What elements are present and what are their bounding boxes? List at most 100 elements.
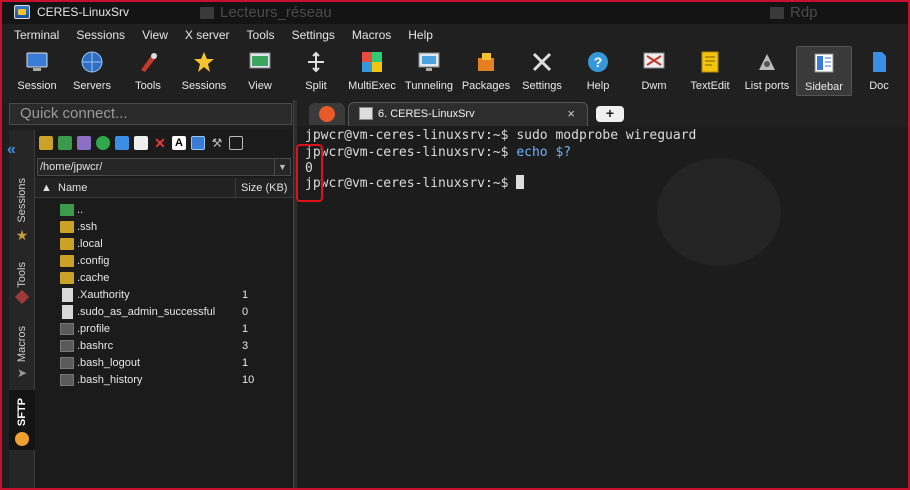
tunneling-icon	[417, 50, 441, 74]
list-item[interactable]: .profile 1	[35, 321, 293, 338]
list-item[interactable]: .bash_history 10	[35, 372, 293, 389]
tab-macros[interactable]: Macros ➤	[9, 322, 35, 390]
toolbar-view-button[interactable]: View	[232, 46, 288, 96]
view-mode-icon[interactable]	[191, 136, 205, 150]
sidebar-icon	[812, 51, 836, 75]
toolbar-tunneling-button[interactable]: Tunneling	[400, 46, 458, 96]
home-tab[interactable]	[309, 103, 345, 125]
settings-icon[interactable]: ⚒	[210, 136, 224, 150]
menu-x-server[interactable]: X server	[185, 28, 230, 42]
view-icon	[248, 50, 272, 74]
app-icon	[14, 5, 30, 19]
file-list-header: ▲ Name Size (KB)	[35, 178, 293, 198]
doc-icon	[867, 50, 891, 74]
toolbar-sessions-button[interactable]: Sessions	[176, 46, 232, 96]
highlight-annotation	[296, 144, 323, 202]
parent-folder-icon[interactable]	[39, 136, 53, 150]
terminal-icon[interactable]	[229, 136, 243, 150]
list-item[interactable]: .local	[35, 236, 293, 253]
list-item[interactable]: .bash_logout 1	[35, 355, 293, 372]
download-icon[interactable]	[58, 136, 72, 150]
terminal-line: jpwcr@vm-ceres-linuxsrv:~$ sudo modprobe…	[305, 128, 697, 143]
folder-icon	[60, 255, 74, 267]
toolbar-list-ports-button[interactable]: List ports	[738, 46, 796, 96]
help-icon: ?	[586, 50, 610, 74]
sftp-path-field[interactable]: /home/jpwcr/ ▼	[37, 158, 291, 176]
text-mode-icon[interactable]: A	[172, 136, 186, 150]
file-icon	[60, 340, 74, 352]
textedit-icon	[698, 50, 722, 74]
folder-icon	[60, 238, 74, 250]
tab-sftp[interactable]: SFTP	[9, 390, 35, 450]
toolbar-textedit-button[interactable]: TextEdit	[682, 46, 738, 96]
refresh-icon[interactable]	[96, 136, 110, 150]
list-item[interactable]: .config	[35, 253, 293, 270]
folder-icon	[60, 272, 74, 284]
sftp-icon	[15, 432, 29, 447]
packages-icon	[474, 50, 498, 74]
toolbar-help-button[interactable]: ? Help	[570, 46, 626, 96]
collapse-sidebar-icon[interactable]: «	[7, 141, 16, 159]
document-icon	[62, 305, 73, 319]
toolbar-tools-button[interactable]: Tools	[120, 46, 176, 96]
ghost-tab-lecteurs: Lecteurs_réseau	[200, 4, 332, 21]
column-name[interactable]: ▲ Name	[41, 182, 87, 194]
toolbar-dwm-button[interactable]: Dwm	[626, 46, 682, 96]
tools-icon	[14, 289, 30, 304]
menu-settings[interactable]: Settings	[292, 28, 335, 42]
menu-terminal[interactable]: Terminal	[14, 28, 59, 42]
toolbar-servers-button[interactable]: Servers	[64, 46, 120, 96]
toolbar-sidebar-button[interactable]: Sidebar	[796, 46, 852, 96]
list-item[interactable]: .bashrc 3	[35, 338, 293, 355]
new-tab-button[interactable]: +	[596, 106, 624, 122]
sftp-panel: ✕ A ⚒ /home/jpwcr/ ▼ ▲ Name Size (KB) ..…	[35, 130, 293, 490]
main-toolbar: Session Servers Tools Sessions View Spli…	[0, 46, 910, 100]
toolbar-multiexec-button[interactable]: MultiExec	[344, 46, 400, 96]
background-logo	[657, 158, 781, 266]
list-item[interactable]: .sudo_as_admin_successful 0	[35, 304, 293, 321]
tab-tools[interactable]: Tools	[9, 262, 35, 322]
new-folder-icon[interactable]	[115, 136, 129, 150]
chevron-down-icon[interactable]: ▼	[274, 159, 290, 175]
quick-connect-input[interactable]: Quick connect...	[9, 103, 292, 125]
document-icon	[62, 288, 73, 302]
menu-tools[interactable]: Tools	[247, 28, 275, 42]
file-icon	[60, 323, 74, 335]
tab-ceres-linuxsrv[interactable]: 6. CERES-LinuxSrv ×	[348, 102, 588, 126]
toolbar-session-button[interactable]: Session	[10, 46, 64, 96]
menu-help[interactable]: Help	[408, 28, 433, 42]
menu-view[interactable]: View	[142, 28, 168, 42]
list-item[interactable]: .Xauthority 1	[35, 287, 293, 304]
tab-sessions[interactable]: Sessions ★	[9, 170, 35, 262]
column-size[interactable]: Size (KB)	[241, 182, 287, 194]
file-icon	[60, 374, 74, 386]
menu-sessions[interactable]: Sessions	[76, 28, 125, 42]
macro-icon: ➤	[16, 366, 28, 381]
menu-bar: Terminal Sessions View X server Tools Se…	[0, 24, 910, 46]
file-list: .. .ssh .local .config .cache .Xauthorit…	[35, 202, 293, 389]
toolbar-doc-button[interactable]: Doc	[852, 46, 906, 96]
list-item[interactable]: ..	[35, 202, 293, 219]
list-item[interactable]: .cache	[35, 270, 293, 287]
title-bar: CERES-LinuxSrv Lecteurs_réseau Rdp	[0, 0, 910, 24]
toolbar-split-button[interactable]: Split	[288, 46, 344, 96]
parent-dir-icon	[60, 204, 74, 216]
toolbar-settings-button[interactable]: Settings	[514, 46, 570, 96]
star-icon	[192, 50, 216, 74]
star-icon: ★	[15, 226, 29, 243]
sftp-toolbar: ✕ A ⚒	[35, 130, 293, 156]
menu-macros[interactable]: Macros	[352, 28, 391, 42]
settings-icon	[530, 50, 554, 74]
upload-icon[interactable]	[77, 136, 91, 150]
terminal[interactable]: jpwcr@vm-ceres-linuxsrv:~$ sudo modprobe…	[297, 126, 910, 490]
terminal-line: jpwcr@vm-ceres-linuxsrv:~$	[305, 175, 525, 191]
close-icon[interactable]: ×	[567, 106, 575, 121]
delete-icon[interactable]: ✕	[153, 136, 167, 150]
new-file-icon[interactable]	[134, 136, 148, 150]
terminal-icon	[359, 107, 373, 120]
folder-icon	[60, 221, 74, 233]
list-item[interactable]: .ssh	[35, 219, 293, 236]
terminal-cursor	[516, 175, 525, 189]
toolbar-packages-button[interactable]: Packages	[458, 46, 514, 96]
session-tab-bar: 6. CERES-LinuxSrv × +	[297, 100, 910, 126]
